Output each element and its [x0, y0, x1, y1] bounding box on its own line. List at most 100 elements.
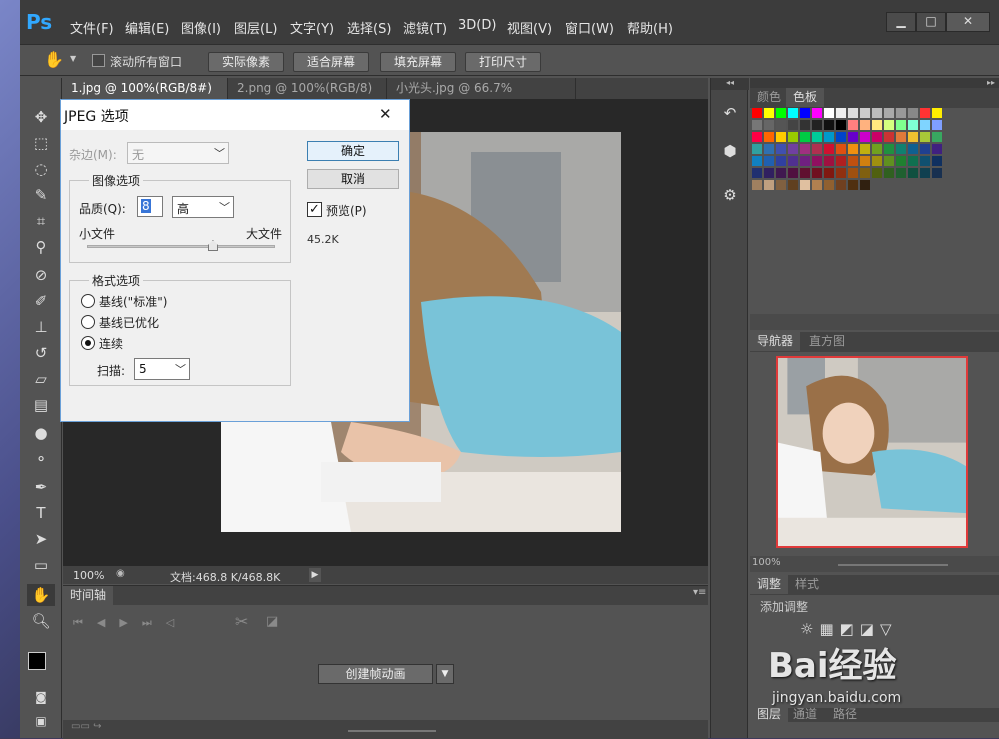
marquee-tool-icon[interactable]: ⬚: [27, 132, 55, 154]
tab-1jpg[interactable]: 1.jpg @ 100%(RGB/8#) * ×: [63, 78, 228, 116]
matte-select[interactable]: 无 ﹀: [127, 142, 229, 164]
quick-mask-icon[interactable]: ◙: [27, 686, 55, 708]
swatch[interactable]: [836, 120, 846, 130]
swatch[interactable]: [800, 168, 810, 178]
status-menu-arrow-icon[interactable]: ▶: [309, 568, 321, 582]
swatch[interactable]: [836, 156, 846, 166]
swatch[interactable]: [932, 156, 942, 166]
swatch[interactable]: [776, 168, 786, 178]
swatch[interactable]: [872, 108, 882, 118]
cancel-button[interactable]: 取消: [307, 169, 399, 189]
swatch[interactable]: [896, 156, 906, 166]
swatch[interactable]: [776, 132, 786, 142]
tab-navigator[interactable]: 导航器: [750, 332, 801, 351]
swatch[interactable]: [920, 120, 930, 130]
swatch[interactable]: [752, 120, 762, 130]
swatch[interactable]: [848, 120, 858, 130]
blur-tool-icon[interactable]: ●: [27, 422, 55, 444]
menu-type[interactable]: 文字(Y): [290, 18, 334, 37]
swatch[interactable]: [860, 168, 870, 178]
create-frame-animation-button[interactable]: 创建帧动画: [318, 664, 433, 684]
dialog-close-icon[interactable]: ✕: [379, 105, 392, 123]
swatch[interactable]: [776, 180, 786, 190]
swatch[interactable]: [908, 144, 918, 154]
swatch[interactable]: [836, 108, 846, 118]
menu-image[interactable]: 图像(I): [181, 18, 221, 37]
history-brush-tool-icon[interactable]: ↺: [27, 342, 55, 364]
gradient-tool-icon[interactable]: ▤: [27, 394, 55, 416]
minimize-button[interactable]: ▁: [886, 12, 916, 32]
swatch[interactable]: [932, 132, 942, 142]
swatch[interactable]: [776, 108, 786, 118]
swatch[interactable]: [872, 144, 882, 154]
swatch[interactable]: [824, 132, 834, 142]
type-tool-icon[interactable]: T: [27, 502, 55, 524]
swatch[interactable]: [800, 180, 810, 190]
crop-tool-icon[interactable]: ⌗: [27, 210, 55, 232]
swatch[interactable]: [860, 180, 870, 190]
swatch[interactable]: [848, 180, 858, 190]
swatch-grid[interactable]: [750, 108, 999, 190]
healing-brush-tool-icon[interactable]: ⊘: [27, 264, 55, 286]
menu-help[interactable]: 帮助(H): [627, 18, 673, 37]
move-tool-icon[interactable]: ✥: [27, 106, 55, 128]
close-button[interactable]: ✕: [946, 12, 990, 32]
timeline-zoom-slider[interactable]: [348, 730, 436, 732]
swatch[interactable]: [788, 132, 798, 142]
tab-timeline[interactable]: 时间轴: [63, 586, 114, 605]
pen-tool-icon[interactable]: ✒: [27, 476, 55, 498]
preview-checkbox[interactable]: ✓: [307, 202, 322, 217]
swatch[interactable]: [824, 144, 834, 154]
swatch[interactable]: [764, 168, 774, 178]
navigator-zoom-slider[interactable]: [838, 564, 948, 566]
actual-pixels-button[interactable]: 实际像素: [208, 52, 284, 72]
zoom-level[interactable]: 100%: [73, 569, 104, 582]
dodge-tool-icon[interactable]: ⚬: [27, 448, 55, 470]
swatch[interactable]: [788, 180, 798, 190]
navigator-zoom-value[interactable]: 100%: [752, 557, 781, 568]
clone-stamp-tool-icon[interactable]: ⊥: [27, 316, 55, 338]
swatch[interactable]: [896, 108, 906, 118]
swatch[interactable]: [884, 168, 894, 178]
swatch[interactable]: [824, 120, 834, 130]
swatch[interactable]: [752, 144, 762, 154]
zoom-tool-icon[interactable]: 🔍︎: [27, 610, 55, 632]
navigator-thumbnail[interactable]: [776, 356, 968, 548]
swatch[interactable]: [752, 156, 762, 166]
swatch[interactable]: [812, 168, 822, 178]
menu-edit[interactable]: 编辑(E): [125, 18, 169, 37]
foreground-color-swatch[interactable]: [28, 652, 46, 670]
baseline-optimized-radio[interactable]: [81, 315, 95, 329]
swatch[interactable]: [812, 156, 822, 166]
swatch[interactable]: [764, 156, 774, 166]
eyedropper-tool-icon[interactable]: ⚲: [27, 236, 55, 258]
swatch[interactable]: [788, 108, 798, 118]
hand-tool-active-icon[interactable]: ✋: [27, 584, 55, 606]
swatch[interactable]: [884, 108, 894, 118]
quick-select-tool-icon[interactable]: ✎: [27, 184, 55, 206]
fill-screen-button[interactable]: 填充屏幕: [380, 52, 456, 72]
swatch[interactable]: [836, 180, 846, 190]
tab-xiaoguangtou[interactable]: 小光头.jpg @ 66.7%(RGB/8#) ×: [388, 78, 576, 116]
swatch[interactable]: [896, 132, 906, 142]
menu-view[interactable]: 视图(V): [507, 18, 552, 37]
quality-level-select[interactable]: 高 ﹀: [172, 196, 234, 218]
swatch[interactable]: [872, 132, 882, 142]
menu-3d[interactable]: 3D(D): [458, 18, 496, 33]
tab-styles[interactable]: 样式: [788, 575, 826, 594]
chevron-down-icon[interactable]: ▼: [436, 664, 454, 684]
swatch[interactable]: [764, 108, 774, 118]
baseline-standard-radio[interactable]: [81, 294, 95, 308]
swatch[interactable]: [872, 120, 882, 130]
swatch[interactable]: [752, 168, 762, 178]
swatch[interactable]: [848, 168, 858, 178]
swatch[interactable]: [884, 120, 894, 130]
3d-panel-icon[interactable]: ⬢: [717, 138, 743, 164]
quality-input[interactable]: 8: [137, 196, 163, 217]
swatch[interactable]: [776, 156, 786, 166]
collapse-arrows-icon[interactable]: ◂◂: [711, 78, 749, 90]
eraser-tool-icon[interactable]: ▱: [27, 368, 55, 390]
swatch[interactable]: [752, 108, 762, 118]
swatch[interactable]: [932, 120, 942, 130]
swatch[interactable]: [788, 168, 798, 178]
